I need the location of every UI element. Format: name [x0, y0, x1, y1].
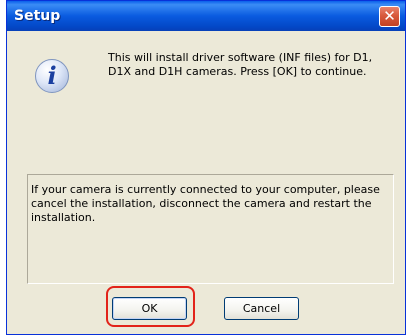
install-message: This will install driver software (INF f…: [108, 51, 373, 78]
window-title: Setup: [14, 8, 61, 24]
setup-dialog: Setup ✕ i This will install driver softw…: [6, 0, 406, 335]
notice-box: If your camera is currently connected to…: [27, 174, 394, 284]
ok-highlight-annotation: [106, 286, 195, 327]
cancel-button[interactable]: Cancel: [224, 297, 299, 320]
title-bar[interactable]: Setup ✕: [7, 1, 405, 31]
notice-text: If your camera is currently connected to…: [31, 183, 380, 224]
info-icon: i: [35, 59, 69, 93]
close-icon: ✕: [383, 7, 396, 25]
close-button[interactable]: ✕: [379, 6, 400, 27]
